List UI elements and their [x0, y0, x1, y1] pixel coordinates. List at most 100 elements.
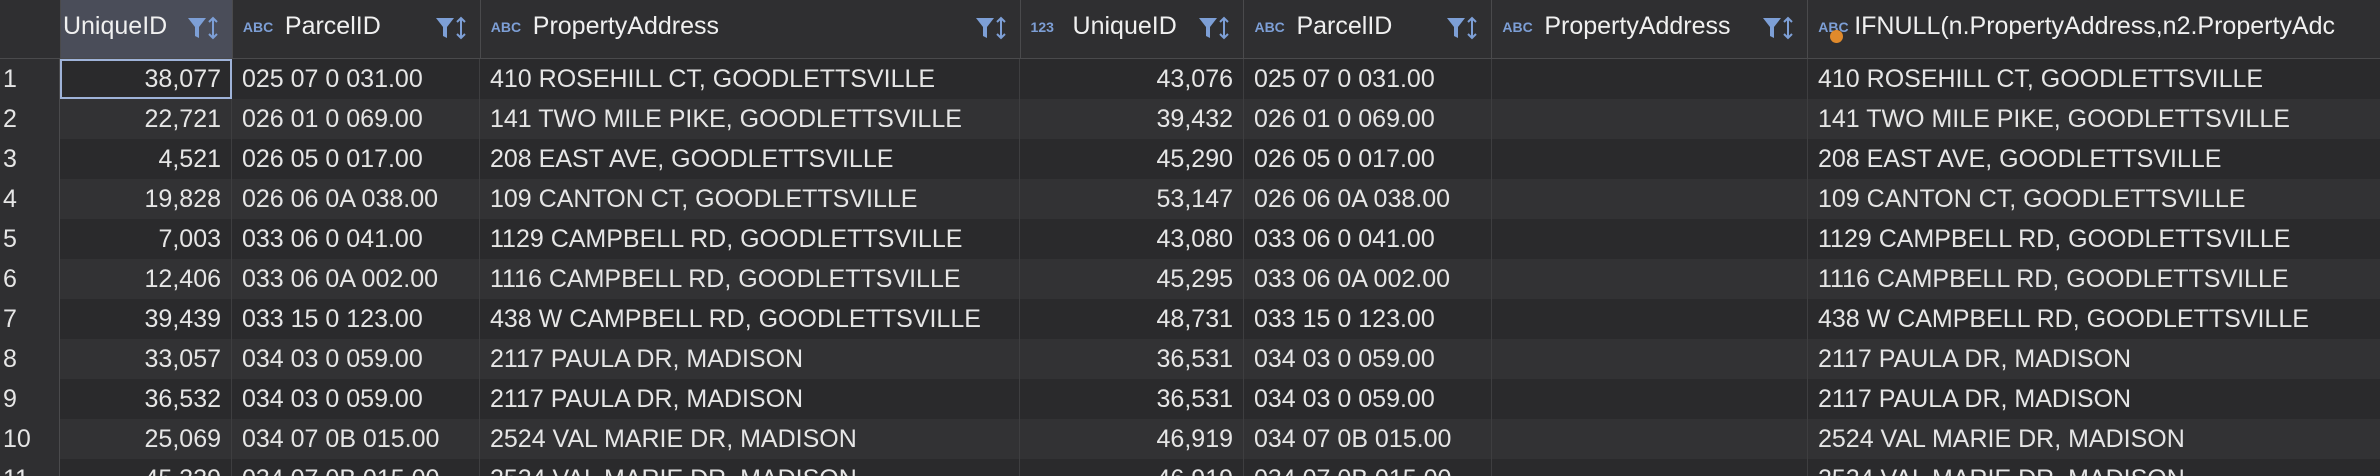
table-cell[interactable]: [1492, 339, 1808, 379]
table-cell[interactable]: 4,521: [60, 139, 232, 179]
row-number[interactable]: 10: [0, 419, 60, 459]
table-cell[interactable]: [1492, 139, 1808, 179]
row-number[interactable]: 11: [0, 459, 60, 476]
table-row[interactable]: 5 7,003 033 06 0 041.00 1129 CAMPBELL RD, G…: [0, 219, 2380, 259]
table-cell[interactable]: 034 03 0 059.00: [1244, 339, 1492, 379]
row-number[interactable]: 6: [0, 259, 60, 299]
table-cell[interactable]: [1492, 99, 1808, 139]
table-cell[interactable]: 1116 CAMPBELL RD, GOODLETTSVILLE: [480, 259, 1020, 299]
table-cell[interactable]: 46,919: [1020, 459, 1244, 476]
table-cell[interactable]: 36,532: [60, 379, 232, 419]
table-cell[interactable]: [1492, 299, 1808, 339]
table-cell[interactable]: 53,147: [1020, 179, 1244, 219]
table-row[interactable]: 3 4,521 026 05 0 017.00 208 EAST AVE, GOODL…: [0, 139, 2380, 179]
row-number[interactable]: 9: [0, 379, 60, 419]
row-number[interactable]: 1: [0, 59, 60, 99]
table-cell[interactable]: 026 06 0A 038.00: [232, 179, 480, 219]
table-cell[interactable]: 46,919: [1020, 419, 1244, 459]
table-cell[interactable]: 1129 CAMPBELL RD, GOODLETTSVILLE: [1808, 219, 2380, 259]
table-cell[interactable]: 2524 VAL MARIE DR, MADISON: [1808, 419, 2380, 459]
table-cell[interactable]: 1116 CAMPBELL RD, GOODLETTSVILLE: [1808, 259, 2380, 299]
table-cell[interactable]: 48,731: [1020, 299, 1244, 339]
table-cell[interactable]: 025 07 0 031.00: [232, 59, 480, 99]
table-cell[interactable]: 2117 PAULA DR, MADISON: [1808, 339, 2380, 379]
table-cell[interactable]: 39,432: [1020, 99, 1244, 139]
table-cell[interactable]: 034 07 0B 015.00: [232, 459, 480, 476]
table-cell[interactable]: 034 03 0 059.00: [232, 339, 480, 379]
table-cell[interactable]: 38,077: [60, 59, 232, 99]
table-cell[interactable]: 45,290: [1020, 139, 1244, 179]
table-cell[interactable]: 026 05 0 017.00: [232, 139, 480, 179]
table-cell[interactable]: 36,531: [1020, 379, 1244, 419]
table-row[interactable]: 7 39,439 033 15 0 123.00 438 W CAMPBELL RD,…: [0, 299, 2380, 339]
table-cell[interactable]: [1492, 459, 1808, 476]
table-cell[interactable]: 12,406: [60, 259, 232, 299]
table-cell[interactable]: 410 ROSEHILL CT, GOODLETTSVILLE: [1808, 59, 2380, 99]
table-cell[interactable]: 026 01 0 069.00: [232, 99, 480, 139]
table-cell[interactable]: 19,828: [60, 179, 232, 219]
table-cell[interactable]: 208 EAST AVE, GOODLETTSVILLE: [480, 139, 1020, 179]
table-cell[interactable]: 109 CANTON CT, GOODLETTSVILLE: [480, 179, 1020, 219]
table-row[interactable]: 10 25,069 034 07 0B 015.00 2524 VAL MARIE D…: [0, 419, 2380, 459]
table-cell[interactable]: 026 05 0 017.00: [1244, 139, 1492, 179]
column-header-uniqueid-2[interactable]: 123 UniqueID: [1021, 0, 1245, 58]
filter-sort-icon[interactable]: [1761, 14, 1795, 44]
column-header-ifnull-expression[interactable]: ABC IFNULL(n.PropertyAddress,n2.Property…: [1808, 0, 2380, 58]
table-cell[interactable]: 2117 PAULA DR, MADISON: [480, 379, 1020, 419]
table-row[interactable]: 2 22,721 026 01 0 069.00 141 TWO MILE PIKE,…: [0, 99, 2380, 139]
table-row[interactable]: 1 38,077 025 07 0 031.00 410 ROSEHILL CT, G…: [0, 59, 2380, 99]
table-row[interactable]: 9 36,532 034 03 0 059.00 2117 PAULA DR, MAD…: [0, 379, 2380, 419]
filter-sort-icon[interactable]: [186, 14, 220, 44]
table-cell[interactable]: 141 TWO MILE PIKE, GOODLETTSVILLE: [480, 99, 1020, 139]
column-header-parcelid-2[interactable]: ABC ParcelID: [1244, 0, 1493, 58]
filter-sort-icon[interactable]: [1197, 14, 1231, 44]
table-cell[interactable]: 141 TWO MILE PIKE, GOODLETTSVILLE: [1808, 99, 2380, 139]
table-cell[interactable]: 033 15 0 123.00: [232, 299, 480, 339]
column-header-uniqueid[interactable]: UniqueID: [60, 0, 233, 58]
table-cell[interactable]: 033 06 0 041.00: [232, 219, 480, 259]
table-cell[interactable]: 43,076: [1020, 59, 1244, 99]
table-cell[interactable]: 22,721: [60, 99, 232, 139]
table-row[interactable]: 4 19,828 026 06 0A 038.00 109 CANTON CT, GO…: [0, 179, 2380, 219]
table-cell[interactable]: 36,531: [1020, 339, 1244, 379]
table-row[interactable]: 1145,339034 07 0B 015.002524 VAL MARIE D…: [0, 459, 2380, 476]
table-cell[interactable]: 2524 VAL MARIE DR, MADISON: [1808, 459, 2380, 476]
table-cell[interactable]: [1492, 59, 1808, 99]
column-header-propertyaddress-2[interactable]: ABC PropertyAddress: [1492, 0, 1809, 58]
table-cell[interactable]: 033 15 0 123.00: [1244, 299, 1492, 339]
table-cell[interactable]: 7,003: [60, 219, 232, 259]
table-cell[interactable]: 026 01 0 069.00: [1244, 99, 1492, 139]
table-cell[interactable]: 034 07 0B 015.00: [1244, 419, 1492, 459]
table-cell[interactable]: 025 07 0 031.00: [1244, 59, 1492, 99]
table-cell[interactable]: 438 W CAMPBELL RD, GOODLETTSVILLE: [480, 299, 1020, 339]
table-cell[interactable]: [1492, 259, 1808, 299]
filter-sort-icon[interactable]: [1445, 14, 1479, 44]
row-number[interactable]: 8: [0, 339, 60, 379]
table-cell[interactable]: [1492, 219, 1808, 259]
table-row[interactable]: 6 12,406 033 06 0A 002.00 1116 CAMPBELL RD,…: [0, 259, 2380, 299]
table-cell[interactable]: 45,295: [1020, 259, 1244, 299]
table-row[interactable]: 8 33,057 034 03 0 059.00 2117 PAULA DR, MAD…: [0, 339, 2380, 379]
table-cell[interactable]: 33,057: [60, 339, 232, 379]
row-number[interactable]: 3: [0, 139, 60, 179]
table-cell[interactable]: 033 06 0A 002.00: [1244, 259, 1492, 299]
table-cell[interactable]: [1492, 419, 1808, 459]
filter-sort-icon[interactable]: [974, 14, 1008, 44]
row-number[interactable]: 7: [0, 299, 60, 339]
table-cell[interactable]: 034 03 0 059.00: [1244, 379, 1492, 419]
table-cell[interactable]: [1492, 379, 1808, 419]
table-cell[interactable]: 2117 PAULA DR, MADISON: [480, 339, 1020, 379]
table-cell[interactable]: 410 ROSEHILL CT, GOODLETTSVILLE: [480, 59, 1020, 99]
table-cell[interactable]: [1492, 179, 1808, 219]
column-header-parcelid[interactable]: ABC ParcelID: [233, 0, 481, 58]
table-cell[interactable]: 034 03 0 059.00: [232, 379, 480, 419]
table-cell[interactable]: 034 07 0B 015.00: [1244, 459, 1492, 476]
table-cell[interactable]: 1129 CAMPBELL RD, GOODLETTSVILLE: [480, 219, 1020, 259]
table-cell[interactable]: 45,339: [60, 459, 232, 476]
table-cell[interactable]: 43,080: [1020, 219, 1244, 259]
table-cell[interactable]: 033 06 0A 002.00: [232, 259, 480, 299]
table-cell[interactable]: 026 06 0A 038.00: [1244, 179, 1492, 219]
table-cell[interactable]: 034 07 0B 015.00: [232, 419, 480, 459]
column-header-propertyaddress[interactable]: ABC PropertyAddress: [481, 0, 1021, 58]
table-cell[interactable]: 438 W CAMPBELL RD, GOODLETTSVILLE: [1808, 299, 2380, 339]
